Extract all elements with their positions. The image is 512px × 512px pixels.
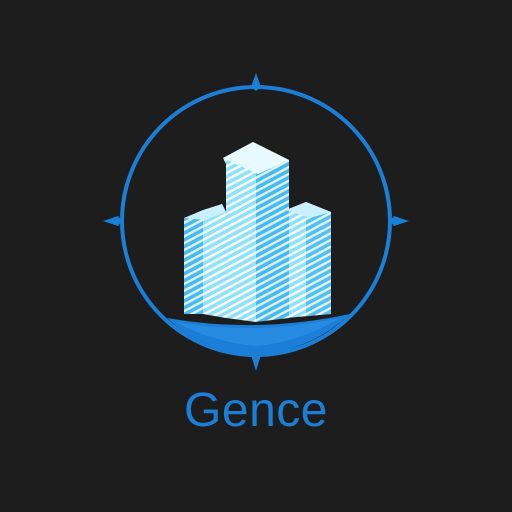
building-left-front [203,204,226,318]
building-left-side [184,212,203,314]
compass-point-east [390,216,409,226]
skyscraper-icon [184,142,331,322]
brand-name: Gence [184,384,328,437]
logo-canvas: Gence [0,0,512,512]
compass-point-west [103,216,122,226]
building-right-side [306,202,331,316]
